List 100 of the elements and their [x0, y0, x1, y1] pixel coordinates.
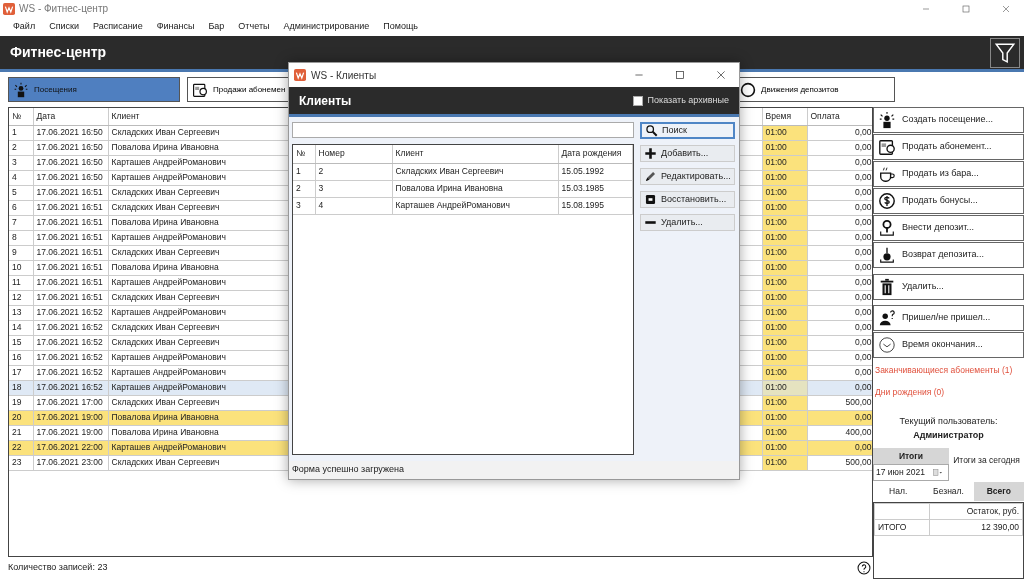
action-button[interactable]: Продать бонусы... — [873, 188, 1024, 214]
table-cell: Карташев АндрейРоманович — [392, 197, 558, 214]
table-cell: 3 — [315, 180, 392, 197]
table-cell: 17.06.2021 16:51 — [33, 260, 108, 275]
card-icon — [878, 138, 896, 156]
column-header: № — [9, 108, 33, 125]
table-cell: 9 — [9, 245, 33, 260]
status-text: Форма успешно загружена — [289, 461, 739, 479]
column-header: Остаток, руб. — [929, 503, 1023, 520]
action-button[interactable]: Пришел/не пришел... — [873, 305, 1024, 331]
menu-item[interactable]: Расписание — [86, 19, 150, 34]
close-icon — [715, 69, 727, 81]
table-cell: 17.06.2021 16:51 — [33, 200, 108, 215]
cup-icon — [878, 165, 896, 183]
table-cell: 1 — [293, 163, 315, 180]
circle-icon — [740, 81, 756, 98]
dialog-button[interactable]: Добавить... — [640, 145, 735, 162]
table-cell: 2 — [9, 140, 33, 155]
user-caption: Текущий пользователь: — [898, 414, 999, 428]
action-button[interactable]: Удалить... — [873, 274, 1024, 300]
menu-item[interactable]: Файл — [6, 19, 43, 34]
table-cell: 21 — [9, 425, 33, 440]
menu-item[interactable]: Списки — [42, 19, 86, 34]
table-cell: 4 — [9, 170, 33, 185]
table-cell: 17.06.2021 16:50 — [33, 155, 108, 170]
filter-icon — [994, 41, 1016, 64]
table-cell: 17.06.2021 16:51 — [33, 275, 108, 290]
table-cell: 12 — [9, 290, 33, 305]
table-cell: 17.06.2021 16:51 — [33, 215, 108, 230]
column-header: Дата рождения — [558, 145, 633, 163]
table-cell: 400,00 — [807, 425, 872, 440]
archive-checkbox[interactable]: Показать архивные — [632, 93, 729, 108]
help-icon — [857, 561, 871, 575]
dialog-button[interactable]: Восстановить... — [640, 191, 735, 208]
action-button[interactable]: Продать из бара... — [873, 161, 1024, 187]
table-cell: 17.06.2021 17:00 — [33, 395, 108, 410]
table-cell: 17.06.2021 16:50 — [33, 140, 108, 155]
table-cell: 7 — [9, 215, 33, 230]
tab[interactable]: Итоги — [873, 447, 949, 465]
table-cell: 19 — [9, 395, 33, 410]
action-button[interactable]: Продать абонемент... — [873, 134, 1024, 160]
table-cell: 4 — [315, 197, 392, 214]
table-cell: 17.06.2021 23:00 — [33, 455, 108, 470]
tab[interactable]: Посещения — [8, 77, 180, 102]
pencil-icon — [644, 170, 657, 183]
plus-icon — [644, 147, 657, 160]
search-field[interactable] — [292, 122, 634, 138]
column-header: Номер — [315, 145, 392, 163]
table-cell: 15.08.1995 — [558, 197, 633, 214]
table-cell: 15 — [9, 335, 33, 350]
alert-link[interactable]: Дни рождения (0) — [873, 380, 1024, 402]
filter-button[interactable] — [990, 37, 1020, 68]
dialog-button[interactable]: Удалить... — [640, 214, 735, 231]
action-button[interactable]: Время окончания... — [873, 332, 1024, 358]
table-cell: 17.06.2021 16:52 — [33, 365, 108, 380]
tab[interactable]: Безнал. — [923, 482, 974, 501]
table-cell: 17.06.2021 16:51 — [33, 230, 108, 245]
clock-icon — [878, 336, 896, 354]
menu-item[interactable]: Администрирование — [276, 19, 377, 34]
table-cell: 16 — [9, 350, 33, 365]
dialog-button[interactable]: Поиск — [640, 122, 735, 139]
table-cell: 8 — [9, 230, 33, 245]
table-cell: 17.06.2021 16:52 — [33, 335, 108, 350]
table-cell: 3 — [9, 155, 33, 170]
table-cell: 17.06.2021 16:51 — [33, 290, 108, 305]
table-cell: 17.06.2021 16:52 — [33, 305, 108, 320]
tab[interactable]: Всего — [973, 482, 1024, 501]
table-cell: 17.06.2021 16:51 — [33, 245, 108, 260]
column-header: № — [293, 145, 315, 163]
tab[interactable]: Итоги за сегодня — [949, 447, 1024, 482]
menu-item[interactable]: Помощь — [376, 19, 426, 34]
date-picker[interactable]: 17 июн 2021 — [873, 464, 949, 482]
action-button[interactable]: Создать посещение... — [873, 107, 1024, 133]
card-icon — [192, 81, 208, 98]
table-cell: 17.06.2021 16:51 — [33, 185, 108, 200]
table-cell: 5 — [9, 185, 33, 200]
table-cell: 14 — [9, 320, 33, 335]
table-cell: 11 — [9, 275, 33, 290]
column-header: Время — [762, 108, 807, 125]
table-cell: Повалова Ирина Ивановна — [392, 180, 558, 197]
menu-item[interactable]: Финансы — [149, 19, 202, 34]
action-button[interactable]: Возврат депозита... — [873, 242, 1024, 268]
menu-item[interactable]: Бар — [201, 19, 232, 34]
pin-icon — [878, 219, 896, 237]
table-cell: Складских Иван Сергеевич — [392, 163, 558, 180]
person-icon — [878, 111, 896, 129]
person-question-icon — [878, 309, 896, 327]
menu-item[interactable]: Отчеты — [231, 19, 277, 34]
table-cell: 0,00 — [807, 365, 872, 380]
table-cell: 17 — [9, 365, 33, 380]
table-cell: 12 390,00 — [929, 519, 1023, 536]
action-button[interactable]: Внести депозит... — [873, 215, 1024, 241]
tab[interactable]: Нал. — [873, 482, 924, 501]
alert-link[interactable]: Заканчивающиеся абонементы (1) — [873, 359, 1024, 380]
table-cell: 500,00 — [807, 395, 872, 410]
table-cell: 13 — [9, 305, 33, 320]
table-cell: 10 — [9, 260, 33, 275]
dialog-button[interactable]: Редактировать... — [640, 168, 735, 185]
column-header: Дата — [33, 108, 108, 125]
app-header-title: Фитнес-центр — [10, 43, 107, 62]
